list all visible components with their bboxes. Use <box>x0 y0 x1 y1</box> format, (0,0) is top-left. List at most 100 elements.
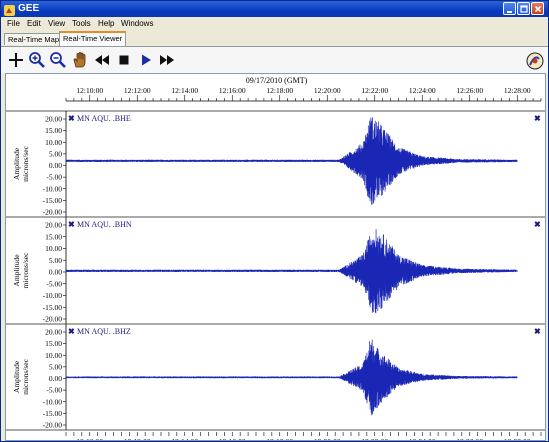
y-tick-label: -20.00 <box>43 208 63 217</box>
time-tick-label: 12:26:00 <box>456 86 483 95</box>
app-window: GEE File Edit View Tools Help Windows Re… <box>0 0 549 442</box>
y-axis-label: Amplitude <box>12 254 21 287</box>
y-tick-label: 5.00 <box>49 256 62 265</box>
seismogram-trace <box>65 339 518 416</box>
minimize-button[interactable] <box>503 2 516 15</box>
fast-forward-button[interactable] <box>158 51 176 69</box>
stop-icon <box>119 55 129 65</box>
y-tick-label: 5.00 <box>49 362 62 371</box>
time-tick-label-bottom: 12:16:00 <box>219 437 246 441</box>
seismometer-logo-icon <box>526 52 544 70</box>
remove-trace-icon[interactable]: ✖ <box>68 114 75 123</box>
zoom-in-button[interactable] <box>28 51 46 69</box>
y-tick-label: -10.00 <box>43 397 63 406</box>
y-tick-label: 5.00 <box>49 149 62 158</box>
menu-bar: File Edit View Tools Help Windows <box>1 17 548 31</box>
y-axis-label-units: microns/sec <box>21 252 30 288</box>
close-trace-icon[interactable]: ✖ <box>534 327 541 336</box>
rewind-icon <box>95 55 109 65</box>
menu-help[interactable]: Help <box>98 18 114 30</box>
time-tick-label-bottom: 12:14:00 <box>171 437 198 441</box>
time-tick-label-bottom: 12:22:00 <box>361 437 388 441</box>
zoom-in-icon <box>29 52 45 68</box>
time-tick-label: 12:10:00 <box>76 86 103 95</box>
time-tick-label-bottom: 12:24:00 <box>409 437 436 441</box>
y-tick-label: -5.00 <box>46 279 62 288</box>
time-tick-label-bottom: 12:20:00 <box>314 437 341 441</box>
app-icon <box>4 3 15 16</box>
y-tick-label: 10.00 <box>45 138 62 147</box>
y-tick-label: -20.00 <box>43 421 63 430</box>
menu-tools[interactable]: Tools <box>72 18 91 30</box>
y-tick-label: -15.00 <box>43 409 63 418</box>
y-tick-label: 0.00 <box>49 161 62 170</box>
y-axis-label-units: microns/sec <box>21 145 30 181</box>
y-tick-label: 15.00 <box>45 126 62 135</box>
y-tick-label: 20.00 <box>45 221 62 230</box>
channel-label: MN AQU. .BHN <box>77 220 132 229</box>
maximize-icon <box>520 5 528 13</box>
menu-edit[interactable]: Edit <box>27 18 41 30</box>
close-trace-icon[interactable]: ✖ <box>534 114 541 123</box>
time-tick-label: 12:28:00 <box>504 86 531 95</box>
fast-forward-icon <box>160 55 174 65</box>
crosshair-icon <box>9 53 23 67</box>
time-tick-label-bottom: 12:10:00 <box>76 437 103 441</box>
channel-label: MN AQU. .BHE <box>77 114 131 123</box>
y-tick-label: 0.00 <box>49 374 62 383</box>
zoom-out-button[interactable] <box>49 51 67 69</box>
pan-button[interactable] <box>71 51 89 69</box>
remove-trace-icon[interactable]: ✖ <box>68 220 75 229</box>
crosshair-button[interactable] <box>7 51 25 69</box>
time-tick-label: 12:24:00 <box>409 86 436 95</box>
y-tick-label: -5.00 <box>46 386 62 395</box>
time-tick-label-bottom: 12:28:00 <box>504 437 531 441</box>
y-tick-label: 20.00 <box>45 115 62 124</box>
y-axis-label-units: microns/sec <box>21 358 30 394</box>
window-title: GEE <box>18 3 40 14</box>
tab-real-time-map[interactable]: Real-Time Map <box>4 33 63 45</box>
rewind-button[interactable] <box>93 51 111 69</box>
seismogram-trace <box>65 229 518 314</box>
y-tick-label: -15.00 <box>43 196 63 205</box>
real-time-viewer-panel: 09/17/2010 (GMT) 12:10:00 12:12:00 12:14:0… <box>5 73 546 441</box>
minimize-icon <box>507 11 512 13</box>
y-tick-label: -10.00 <box>43 184 63 193</box>
time-tick-label-bottom: 12:12:00 <box>124 437 151 441</box>
maximize-button[interactable] <box>517 2 530 15</box>
stop-button[interactable] <box>115 51 133 69</box>
y-tick-label: -15.00 <box>43 303 63 312</box>
tab-real-time-viewer[interactable]: Real-Time Viewer <box>59 31 127 46</box>
toolbar <box>1 47 548 73</box>
channel-label: MN AQU. .BHZ <box>77 327 131 336</box>
seismogram-plot: 12:10:00 12:12:00 12:14:00 12:16:00 12:18:00… <box>6 86 545 441</box>
time-tick-label: 12:12:00 <box>124 86 151 95</box>
play-icon <box>142 54 151 66</box>
y-tick-label: -20.00 <box>43 315 63 324</box>
time-tick-label-bottom: 12:26:00 <box>456 437 483 441</box>
close-icon <box>534 5 542 13</box>
zoom-out-icon <box>50 52 66 68</box>
play-button[interactable] <box>137 51 155 69</box>
y-tick-label: 15.00 <box>45 339 62 348</box>
title-bar[interactable]: GEE <box>1 1 548 17</box>
y-tick-label: -10.00 <box>43 291 63 300</box>
close-trace-icon[interactable]: ✖ <box>534 220 541 229</box>
app-logo <box>526 52 544 70</box>
remove-trace-icon[interactable]: ✖ <box>68 327 75 336</box>
menu-file[interactable]: File <box>7 18 20 30</box>
tab-bar: Real-Time Map Real-Time Viewer <box>1 31 548 47</box>
y-tick-label: 10.00 <box>45 351 62 360</box>
seismogram-trace <box>65 117 518 205</box>
time-tick-label-bottom: 12:18:00 <box>266 437 293 441</box>
y-tick-label: -5.00 <box>46 173 62 182</box>
y-tick-label: 15.00 <box>45 232 62 241</box>
time-tick-label: 12:20:00 <box>314 86 341 95</box>
menu-windows[interactable]: Windows <box>121 18 153 30</box>
time-tick-label: 12:16:00 <box>219 86 246 95</box>
pan-hand-icon <box>73 52 86 68</box>
close-button[interactable] <box>531 2 544 15</box>
time-tick-label: 12:18:00 <box>266 86 293 95</box>
menu-view[interactable]: View <box>48 18 65 30</box>
y-axis-label: Amplitude <box>12 360 21 393</box>
